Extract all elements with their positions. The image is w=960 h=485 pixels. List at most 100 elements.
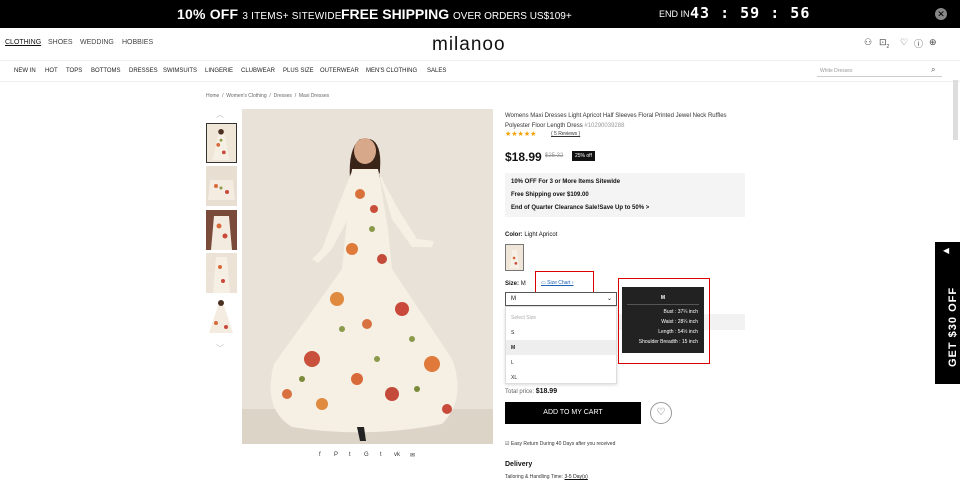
tailoring-label: Tailoring & Handling Time:	[505, 474, 564, 480]
chevron-up-icon[interactable]: ︿	[216, 109, 224, 120]
category-hobbies[interactable]: HOBBIES	[122, 39, 153, 46]
size-option-s[interactable]: S	[506, 325, 616, 340]
pinterest-icon[interactable]: P	[334, 452, 338, 458]
product-sku: #10290039288	[584, 123, 625, 129]
thumbnail-1[interactable]	[206, 123, 237, 163]
category-clothing[interactable]: CLOTHING	[5, 39, 41, 46]
color-label-value: Light Apricot	[524, 232, 558, 238]
rating-stars: ★★★★★	[505, 131, 537, 138]
nav-hot[interactable]: HOT	[45, 68, 58, 74]
search-icon[interactable]: ⌕	[931, 65, 935, 75]
countdown-label: END IN	[659, 9, 690, 19]
size-chart-link[interactable]: ▭ Size Chart ›	[541, 280, 574, 286]
chevron-down-icon: ⌄	[606, 296, 612, 302]
product-main-image[interactable]	[242, 109, 493, 444]
nav-tops[interactable]: TOPS	[66, 68, 82, 74]
promo-offer-1: 10% OFF 3 ITEMS+ SITEWIDE	[177, 6, 342, 22]
chevron-down-icon[interactable]: ﹀	[216, 343, 224, 354]
size-label-key: Size:	[505, 281, 520, 287]
size-option-m[interactable]: M	[506, 340, 616, 355]
chevron-left-icon: ◀	[943, 246, 950, 255]
vk-icon[interactable]: vk	[394, 452, 400, 458]
nav-sales[interactable]: SALES	[427, 68, 446, 74]
size-label: Size: M	[505, 281, 526, 287]
site-logo[interactable]: milanoo	[432, 34, 506, 56]
email-icon[interactable]: ✉	[410, 452, 415, 459]
search-input[interactable]: White Dresses	[817, 65, 942, 77]
breadcrumb-maxi-dresses[interactable]: Maxi Dresses	[299, 93, 329, 99]
thumbnail-2[interactable]	[206, 166, 237, 206]
nav-clubwear[interactable]: CLUBWEAR	[241, 68, 275, 74]
total-price-label: Total price:	[505, 389, 535, 395]
close-icon[interactable]: ✕	[935, 8, 947, 20]
nav-outerwear[interactable]: OUTERWEAR	[320, 68, 359, 74]
google-icon[interactable]: G	[364, 452, 369, 458]
size-select[interactable]: M ⌄	[505, 292, 617, 306]
cart-count: 2	[886, 43, 890, 50]
breadcrumb-home[interactable]: Home	[206, 93, 219, 99]
thumbnail-5[interactable]	[206, 297, 237, 337]
color-label: Color: Light Apricot	[505, 232, 557, 238]
thumbnail-3[interactable]	[206, 210, 237, 250]
globe-icon[interactable]: ⊕	[929, 37, 937, 48]
product-title: Womens Maxi Dresses Light Apricot Half S…	[505, 111, 745, 131]
tumblr-icon[interactable]: t	[380, 452, 382, 458]
heart-icon[interactable]: ♡	[900, 37, 908, 48]
size-label-value: M	[520, 281, 526, 287]
nav-new-in[interactable]: NEW IN	[14, 68, 36, 74]
product-price: $18.99	[505, 150, 542, 164]
add-to-cart-button[interactable]: ADD TO MY CART	[505, 402, 641, 424]
tooltip-divider	[627, 304, 699, 305]
size-select-value: M	[511, 296, 516, 302]
bag-icon[interactable]: ⊡2	[879, 37, 889, 50]
wishlist-heart-icon[interactable]: ♡	[650, 402, 672, 424]
breadcrumb-dresses[interactable]: Dresses	[274, 93, 292, 99]
promo-offer-1-small: 3 ITEMS+ SITEWIDE	[242, 11, 342, 22]
twitter-icon[interactable]: t	[349, 452, 351, 458]
page-scrollbar[interactable]	[953, 80, 958, 140]
total-price: Total price: $18.99	[505, 388, 557, 395]
reviews-link[interactable]: ( 5 Reviews )	[551, 131, 580, 137]
original-price: $25.32	[545, 153, 564, 159]
main-nav: NEW IN HOT TOPS BOTTOMS DRESSES SWIMSUIT…	[0, 60, 960, 82]
nav-dresses[interactable]: DRESSES	[129, 68, 158, 74]
easy-return-text: Easy Return During 40 Days after you rec…	[510, 441, 616, 447]
category-wedding[interactable]: WEDDING	[80, 39, 114, 46]
nav-plus-size[interactable]: PLUS SIZE	[283, 68, 314, 74]
thumbnail-4[interactable]	[206, 253, 237, 293]
tailoring-time: Tailoring & Handling Time: 3-5 Day(s)	[505, 474, 588, 480]
tooltip-waist: Waist : 28¼ inch	[661, 319, 698, 325]
ruler-icon: ▭	[541, 280, 546, 286]
promo-offer-2: FREE SHIPPING OVER ORDERS US$109+	[341, 6, 572, 22]
easy-return: ☑ Easy Return During 40 Days after you r…	[505, 441, 615, 447]
promo-line-3[interactable]: End of Quarter Clearance Sale!Save Up to…	[511, 205, 649, 211]
tooltip-size-title: M	[660, 295, 666, 301]
help-icon[interactable]: ⓘ	[914, 37, 923, 50]
category-shoes[interactable]: SHOES	[48, 39, 73, 46]
tooltip-length: Length : 54½ inch	[658, 329, 698, 335]
size-chart-text: Size Chart	[547, 280, 571, 286]
color-swatch-light-apricot[interactable]	[505, 244, 524, 271]
size-tooltip: M Bust : 37¼ inch Waist : 28¼ inch Lengt…	[622, 287, 704, 353]
user-icon[interactable]: ⚇	[864, 37, 872, 48]
breadcrumb-womens-clothing[interactable]: Women's Clothing	[226, 93, 266, 99]
size-option-xl[interactable]: XL	[506, 370, 616, 385]
discount-badge: 25% off	[572, 151, 595, 161]
promo-offer-2-small: OVER ORDERS US$109+	[453, 11, 572, 22]
nav-bottoms[interactable]: BOTTOMS	[91, 68, 121, 74]
breadcrumb: Home / Women's Clothing / Dresses / Maxi…	[206, 93, 330, 99]
facebook-icon[interactable]: f	[319, 452, 321, 458]
size-option-l[interactable]: L	[506, 355, 616, 370]
nav-lingerie[interactable]: LINGERIE	[205, 68, 233, 74]
size-dropdown: Select Size S M L XL	[505, 306, 617, 384]
promo-offer-2-big: FREE SHIPPING	[341, 6, 450, 22]
checkbox-icon: ☑	[505, 441, 510, 447]
promotions-box: 10% OFF For 3 or More Items Sitewide Fre…	[505, 173, 745, 217]
promo-bar: 10% OFF 3 ITEMS+ SITEWIDE FREE SHIPPING …	[0, 0, 960, 28]
nav-mens-clothing[interactable]: MEN'S CLOTHING	[366, 68, 417, 74]
countdown-timer: 43 : 59 : 56	[690, 4, 811, 22]
promo-line-1: 10% OFF For 3 or More Items Sitewide	[511, 179, 621, 185]
get-30-off-side-banner[interactable]: ◀ GET $30 OFF	[935, 242, 960, 384]
nav-swimsuits[interactable]: SWIMSUITS	[163, 68, 197, 74]
color-label-key: Color:	[505, 232, 523, 238]
